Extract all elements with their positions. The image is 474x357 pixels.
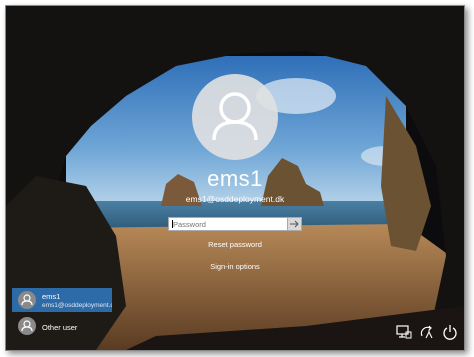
user-tile-email: ems1@osddeployment.dk: [42, 302, 112, 309]
text-cursor: [172, 220, 173, 228]
user-avatar: [192, 74, 278, 160]
user-display-name: ems1: [207, 166, 263, 191]
sign-in-options-link[interactable]: Sign-in options: [6, 262, 464, 271]
user-icon: [21, 294, 33, 306]
user-tile-name: ems1: [42, 292, 61, 301]
user-avatar-small: [18, 291, 36, 309]
power-icon: [443, 325, 457, 340]
power-button[interactable]: [442, 324, 458, 340]
user-avatar-small: [18, 317, 36, 335]
user-icon: [212, 92, 258, 141]
user-email: ems1@osddeployment.dk: [185, 194, 285, 204]
password-input[interactable]: [169, 218, 287, 230]
user-tile-ems1[interactable]: ems1 ems1@osddeployment.dk: [12, 288, 112, 312]
lock-screen-window: ems1 ems1@osddeployment.dk Reset passwor…: [5, 5, 465, 351]
submit-button[interactable]: [287, 218, 301, 230]
user-tile-name: Other user: [42, 323, 78, 332]
user-tile-other-user[interactable]: Other user: [12, 314, 112, 338]
network-button[interactable]: [396, 324, 412, 340]
ease-of-access-button[interactable]: [420, 324, 436, 340]
password-field[interactable]: [168, 217, 302, 231]
arrow-right-icon: [290, 220, 299, 228]
reset-password-link[interactable]: Reset password: [6, 240, 464, 249]
network-icon: [396, 325, 412, 339]
user-icon: [21, 320, 33, 332]
ease-of-access-icon: [420, 325, 433, 339]
